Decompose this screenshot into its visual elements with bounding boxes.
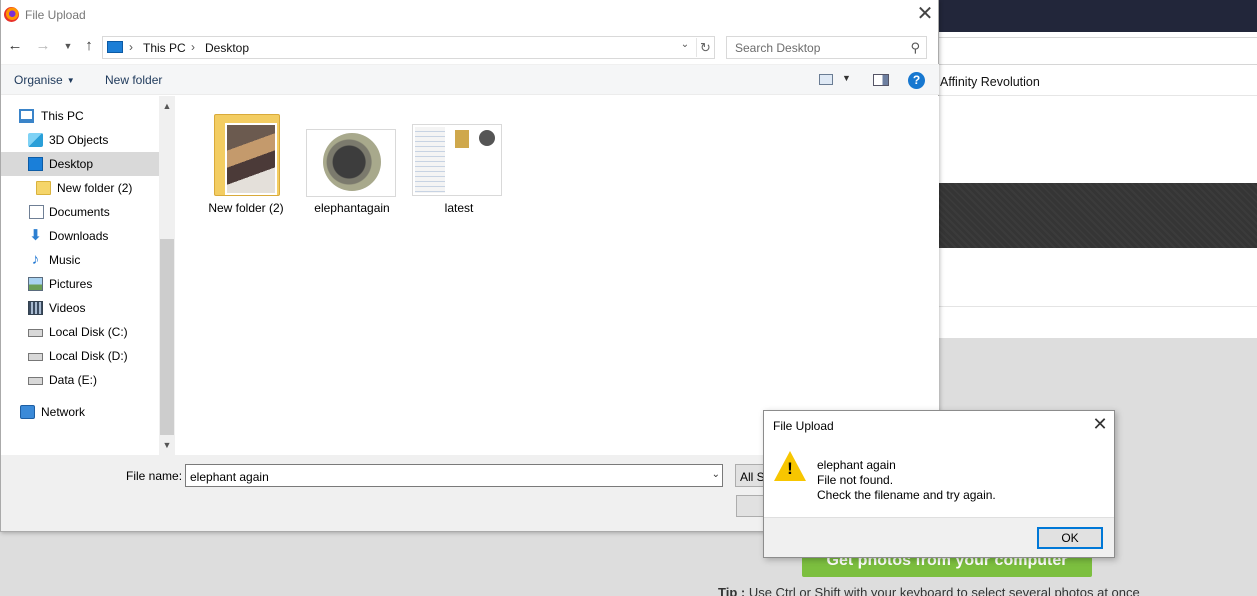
back-arrow-icon[interactable]: ← xyxy=(7,37,23,55)
message-close-button[interactable]: ✕ xyxy=(1090,415,1110,435)
nav-item-videos[interactable]: Videos xyxy=(1,296,159,320)
file-not-found-message-box: File Upload ✕ ! elephant again File not … xyxy=(763,410,1115,558)
message-title: File Upload xyxy=(773,419,834,433)
file-label-wrap[interactable]: latest xyxy=(409,96,509,216)
address-bar[interactable]: › This PC › Desktop ⌄ ↻ xyxy=(102,36,715,59)
file-name-label: New folder (2) xyxy=(208,201,284,215)
nav-item-music[interactable]: ♪ Music xyxy=(1,248,159,272)
nav-label: Music xyxy=(49,253,81,267)
browser-url-bar[interactable] xyxy=(938,37,1257,65)
bookmark-affinity-revolution[interactable]: Affinity Revolution xyxy=(940,75,1040,89)
navigation-scrollbar[interactable]: ▲ ▼ xyxy=(159,96,175,455)
folder-icon xyxy=(36,181,51,195)
scroll-up-icon[interactable]: ▲ xyxy=(159,98,175,114)
preview-pane-icon[interactable] xyxy=(873,74,889,86)
divider xyxy=(938,306,1257,307)
address-dropdown-chevron-icon[interactable]: ⌄ xyxy=(678,39,692,50)
upload-tip: Tip : Use Ctrl or Shift with your keyboa… xyxy=(718,585,1140,596)
organise-label: Organise xyxy=(14,73,63,87)
file-name-label: latest xyxy=(444,201,474,215)
new-folder-button[interactable]: New folder xyxy=(105,73,162,87)
network-icon xyxy=(20,405,35,419)
nav-label: Desktop xyxy=(49,157,94,171)
tip-text: Use Ctrl or Shift with your keyboard to … xyxy=(748,585,1140,596)
nav-label: Downloads xyxy=(49,229,109,243)
search-input[interactable]: Search Desktop xyxy=(735,41,820,55)
file-name-label: elephantagain xyxy=(314,201,390,215)
downloads-icon: ⬇ xyxy=(29,227,42,244)
navigation-row: ← → ▼ ↑ › This PC › Desktop ⌄ ↻ Search D… xyxy=(1,32,939,62)
nav-item-pictures[interactable]: Pictures xyxy=(1,272,159,296)
help-icon[interactable]: ? xyxy=(908,72,925,89)
file-label-wrap[interactable]: elephantagain xyxy=(302,96,402,216)
nav-label: Local Disk (C:) xyxy=(49,325,128,339)
nav-label: 3D Objects xyxy=(49,133,109,147)
drive-icon xyxy=(28,353,43,361)
videos-icon xyxy=(28,301,43,315)
pictures-icon xyxy=(28,277,43,291)
search-icon: ⚲ xyxy=(910,40,920,55)
file-name-value: elephant again xyxy=(190,470,269,484)
exclamation-mark: ! xyxy=(787,459,793,478)
nav-item-local-disk-c[interactable]: Local Disk (C:) xyxy=(1,320,159,344)
nav-item-this-pc[interactable]: This PC xyxy=(1,104,159,128)
forward-arrow-icon[interactable]: → xyxy=(35,37,51,55)
drive-icon xyxy=(28,377,43,385)
nav-label: This PC xyxy=(41,109,84,123)
nav-item-desktop[interactable]: Desktop xyxy=(1,152,159,176)
nav-label: New folder (2) xyxy=(57,181,133,195)
nav-label: Network xyxy=(41,405,86,419)
ok-button[interactable]: OK xyxy=(1037,527,1103,549)
refresh-icon[interactable]: ↻ xyxy=(696,38,714,57)
file-name-label: File name: xyxy=(126,469,183,483)
breadcrumb-separator-icon[interactable]: › xyxy=(129,40,133,54)
chevron-down-icon[interactable]: ⌄ xyxy=(712,469,720,480)
file-name-input[interactable]: elephant again ⌄ xyxy=(185,464,723,487)
breadcrumb-this-pc[interactable]: This PC xyxy=(143,41,186,55)
scroll-down-icon[interactable]: ▼ xyxy=(159,437,175,453)
search-box[interactable]: Search Desktop ⚲ xyxy=(726,36,927,59)
nav-label: Pictures xyxy=(49,277,93,291)
navigation-pane: This PC 3D Objects Desktop New folder (2… xyxy=(1,96,159,455)
desktop-icon xyxy=(28,157,43,171)
file-label-wrap[interactable]: New folder (2) xyxy=(196,96,296,216)
dialog-titlebar: File Upload ✕ xyxy=(1,0,939,30)
nav-item-network[interactable]: Network xyxy=(1,400,159,424)
organise-button[interactable]: Organise ▼ xyxy=(14,73,75,87)
documents-icon xyxy=(29,205,44,219)
dialog-close-button[interactable]: ✕ xyxy=(914,4,936,26)
scrollbar-thumb[interactable] xyxy=(160,239,174,435)
music-icon: ♪ xyxy=(31,251,40,268)
dialog-title: File Upload xyxy=(25,8,86,22)
firefox-icon xyxy=(4,7,19,22)
nav-item-3d-objects[interactable]: 3D Objects xyxy=(1,128,159,152)
message-footer: OK xyxy=(764,517,1114,557)
computer-icon xyxy=(19,109,34,123)
nav-item-data-e[interactable]: Data (E:) xyxy=(1,368,159,392)
breadcrumb-desktop[interactable]: Desktop xyxy=(205,41,249,55)
tip-label: Tip : xyxy=(718,585,746,596)
nav-item-downloads[interactable]: ⬇ Downloads xyxy=(1,224,159,248)
message-filename: elephant again xyxy=(817,458,896,472)
warning-icon: ! xyxy=(774,451,806,481)
up-arrow-icon[interactable]: ↑ xyxy=(81,37,97,55)
nav-item-new-folder-2[interactable]: New folder (2) xyxy=(1,176,159,200)
message-hint: Check the filename and try again. xyxy=(817,488,996,502)
nav-label: Local Disk (D:) xyxy=(49,349,128,363)
message-error: File not found. xyxy=(817,473,894,487)
3d-objects-icon xyxy=(28,133,43,147)
nav-item-local-disk-d[interactable]: Local Disk (D:) xyxy=(1,344,159,368)
chevron-down-icon: ▼ xyxy=(66,76,75,85)
change-view-icon[interactable] xyxy=(819,74,833,85)
nav-label: Videos xyxy=(49,301,86,315)
command-toolbar: Organise ▼ New folder ▼ ? xyxy=(1,64,939,95)
nav-label: Data (E:) xyxy=(49,373,98,387)
drive-icon xyxy=(28,329,43,337)
nav-item-documents[interactable]: Documents xyxy=(1,200,159,224)
recent-locations-chevron-icon[interactable]: ▼ xyxy=(60,37,76,55)
breadcrumb-separator-icon[interactable]: › xyxy=(191,40,195,54)
view-options-chevron-icon[interactable]: ▼ xyxy=(842,73,851,83)
computer-icon xyxy=(107,41,123,53)
nav-label: Documents xyxy=(49,205,110,219)
